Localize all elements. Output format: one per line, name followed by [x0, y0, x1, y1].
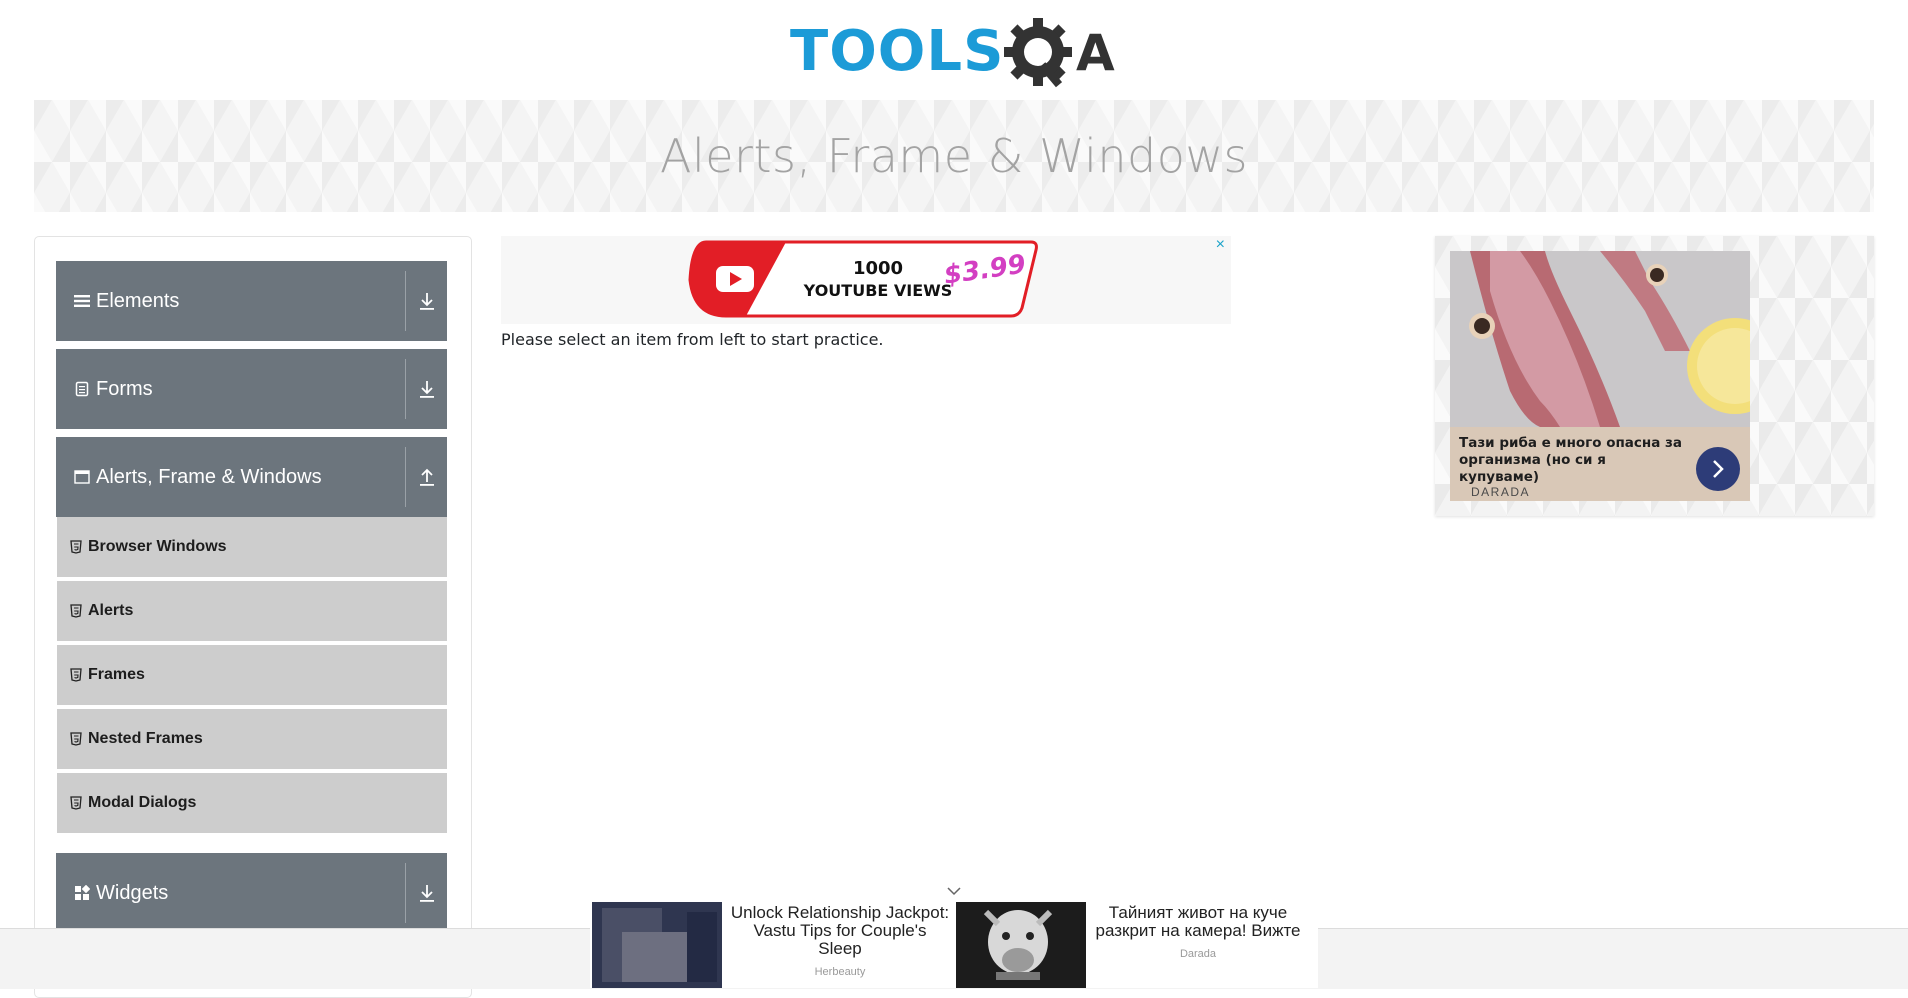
sidebar-item-label: Browser Windows — [88, 538, 227, 555]
sidebar-item-label: Alerts — [88, 602, 134, 619]
sidebar-item-nested-frames[interactable]: Nested Frames — [57, 709, 447, 771]
right-sidebar-ad[interactable]: Тази риба е много опасна за организма (н… — [1435, 236, 1874, 516]
bottom-ad-source: Herbeauty — [814, 966, 866, 978]
logo-gear-qa: A — [1004, 18, 1115, 88]
chevron-right-icon[interactable] — [1696, 447, 1740, 491]
ad-line1: 1000 — [853, 258, 903, 279]
group-alerts-label: Alerts, Frame & Windows — [96, 465, 322, 488]
logo-text-a: A — [1076, 24, 1115, 82]
instruction-text: Please select an item from left to start… — [501, 330, 884, 349]
group-elements-label: Elements — [96, 289, 180, 312]
widgets-icon — [73, 884, 91, 902]
bottom-ad-image — [592, 902, 722, 988]
youtube-views-ad[interactable]: 1000 YOUTUBE VIEWS $3.99 — [686, 238, 1041, 320]
logo-text-tools: TOOLS — [790, 19, 1005, 84]
ad-line2: YOUTUBE VIEWS — [803, 281, 953, 300]
group-widgets[interactable]: Widgets — [56, 853, 447, 933]
bottom-ad-image — [956, 902, 1086, 988]
bottom-ad-item[interactable]: Unlock Relationship Jackpot: Vastu Tips … — [590, 900, 950, 988]
top-ad-banner[interactable]: 1000 YOUTUBE VIEWS $3.99 × — [501, 236, 1231, 324]
toolsqa-logo[interactable]: TOOLS A — [790, 14, 1124, 90]
sidebar-item-frames[interactable]: Frames — [57, 645, 447, 707]
sidebar-item-label: Frames — [88, 666, 145, 683]
sidebar-item-browser-windows[interactable]: Browser Windows — [57, 517, 447, 579]
bottom-ad-title: Тайният живот на куче разкрит на камера!… — [1095, 903, 1301, 940]
divider — [405, 447, 406, 507]
fish-ad-card[interactable]: Тази риба е много опасна за организма (н… — [1450, 251, 1750, 501]
html5-icon — [70, 604, 82, 618]
group-forms[interactable]: Forms — [56, 349, 447, 429]
divider — [405, 359, 406, 419]
bottom-ad-source: Darada — [1179, 948, 1217, 960]
bottom-ad-item[interactable]: Тайният живот на куче разкрит на камера!… — [954, 900, 1318, 988]
window-icon — [73, 468, 91, 486]
download-icon[interactable] — [416, 881, 438, 905]
form-icon — [73, 380, 91, 398]
sidebar-item-modal-dialogs[interactable]: Modal Dialogs — [57, 773, 447, 835]
sidebar-item-label: Modal Dialogs — [88, 794, 197, 811]
bottom-ad-title: Unlock Relationship Jackpot: Vastu Tips … — [730, 903, 950, 958]
fish-ad-image — [1450, 251, 1750, 427]
close-icon[interactable]: × — [1216, 236, 1225, 254]
menu-icon — [73, 292, 91, 310]
group-elements[interactable]: Elements — [56, 261, 447, 341]
group-forms-label: Forms — [96, 377, 153, 400]
sidebar-item-label: Nested Frames — [88, 730, 203, 747]
left-panel: Elements Forms Alerts, Frame & Windows B… — [34, 236, 472, 998]
bottom-sticky-ad[interactable]: Unlock Relationship Jackpot: Vastu Tips … — [590, 887, 1318, 988]
html5-icon — [70, 796, 82, 810]
page-title: Alerts, Frame & Windows — [660, 129, 1248, 183]
html5-icon — [70, 540, 82, 554]
html5-icon — [70, 732, 82, 746]
sidebar-item-alerts[interactable]: Alerts — [57, 581, 447, 643]
divider — [405, 863, 406, 923]
page-banner: Alerts, Frame & Windows — [34, 100, 1874, 212]
group-alerts-frame-windows[interactable]: Alerts, Frame & Windows — [56, 437, 447, 517]
upload-icon[interactable] — [416, 465, 438, 489]
group-widgets-label: Widgets — [96, 881, 169, 904]
fish-ad-brand: DARADA — [1471, 485, 1531, 499]
fish-ad-text: Тази риба е много опасна за организма (н… — [1459, 435, 1683, 485]
download-icon[interactable] — [416, 289, 438, 313]
divider — [405, 271, 406, 331]
download-icon[interactable] — [416, 377, 438, 401]
html5-icon — [70, 668, 82, 682]
chevron-down-icon[interactable] — [944, 884, 964, 898]
fish-ad-caption[interactable]: Тази риба е много опасна за организма (н… — [1450, 427, 1750, 501]
